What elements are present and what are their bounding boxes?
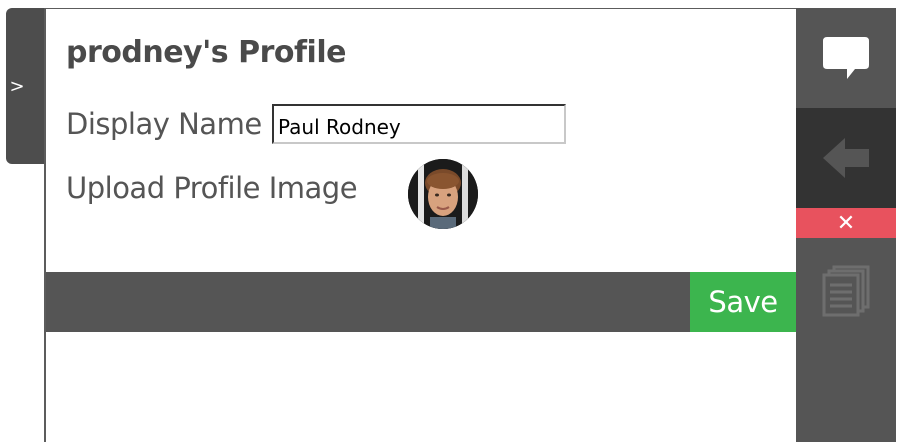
comment-icon: [823, 37, 869, 79]
pages-icon: [822, 265, 870, 317]
right-toolbar: ✕: [796, 8, 896, 442]
pages-button[interactable]: [796, 258, 896, 324]
upload-profile-image-label: Upload Profile Image: [66, 171, 358, 205]
avatar[interactable]: [408, 159, 478, 229]
display-name-input[interactable]: [272, 104, 566, 144]
display-name-label: Display Name: [66, 107, 262, 141]
action-bar: Save: [46, 272, 796, 332]
collapse-label: >: [9, 75, 25, 97]
profile-panel: prodney's Profile Display Name Upload Pr…: [44, 8, 796, 442]
arrow-left-icon: [823, 138, 869, 178]
collapse-panel-tab[interactable]: >: [6, 8, 46, 164]
save-button[interactable]: Save: [690, 272, 796, 332]
comment-button[interactable]: [796, 8, 896, 108]
page-title: prodney's Profile: [66, 35, 346, 70]
back-button[interactable]: [796, 108, 896, 208]
profile-photo-icon: [408, 159, 478, 229]
close-button[interactable]: ✕: [796, 208, 896, 238]
